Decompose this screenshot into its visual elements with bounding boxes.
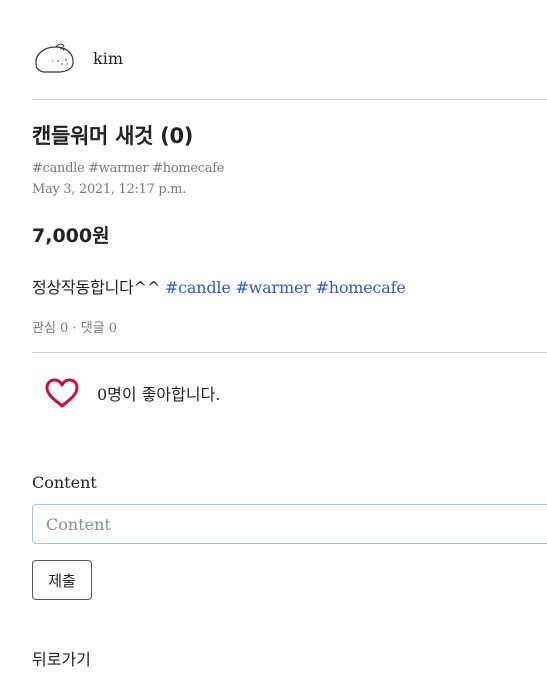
description-hashtags[interactable]: #candle #warmer #homecafe [165, 278, 406, 297]
heart-icon[interactable] [44, 377, 80, 409]
description-text: 정상작동합니다^^ [32, 278, 165, 297]
post-description: 정상작동합니다^^ #candle #warmer #homecafe [32, 274, 406, 298]
dumpling-avatar-icon [35, 43, 74, 73]
content-label: Content [32, 473, 97, 492]
back-link[interactable]: 뒤로가기 [32, 646, 91, 670]
like-count-text: 0명이 좋아합니다. [97, 385, 221, 404]
post-tags: #candle #warmer #homecafe [32, 161, 225, 176]
submit-button[interactable]: 제출 [32, 560, 92, 600]
divider [32, 99, 547, 100]
author-info: kim [32, 40, 123, 76]
divider [32, 352, 547, 353]
post-detail-page: kim 캔들워머 새것 (0) #candle #warmer #homecaf… [0, 0, 547, 687]
content-input[interactable] [32, 504, 547, 544]
post-price: 7,000원 [32, 225, 110, 247]
interest-comment-counts: 관심 0 · 댓글 0 [32, 321, 118, 336]
like-section: 0명이 좋아합니다. [44, 377, 220, 409]
post-title: 캔들워머 새것 (0) [32, 124, 194, 148]
author-name: kim [93, 48, 123, 68]
post-date: May 3, 2021, 12:17 p.m. [32, 182, 187, 197]
